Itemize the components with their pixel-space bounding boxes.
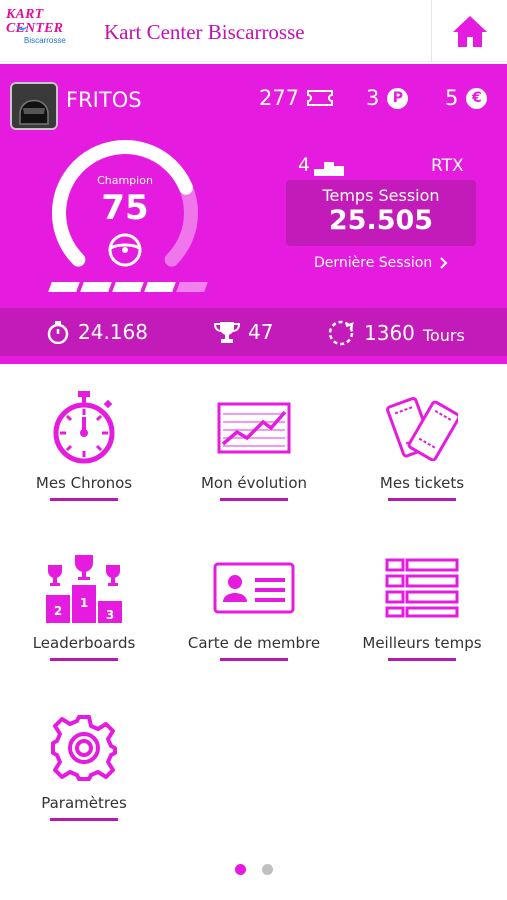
steering-wheel-icon — [108, 233, 142, 267]
session-time-card[interactable]: Temps Session 25.505 — [286, 180, 476, 246]
menu-underline — [388, 658, 456, 661]
avatar[interactable] — [10, 82, 58, 130]
tickets-icon — [386, 397, 458, 461]
laps-icon — [328, 320, 354, 346]
tickets-count: 277 — [259, 86, 334, 110]
trophies: 47 — [214, 320, 273, 344]
menu-label: Mon évolution — [200, 474, 308, 492]
laps: 1360 Tours — [326, 320, 465, 346]
list-icon — [385, 558, 459, 618]
credits-badge-icon: € — [466, 87, 488, 109]
menu-underline — [220, 498, 288, 501]
chevron-right-icon — [440, 257, 448, 269]
menu-parametres[interactable]: Paramètres — [4, 708, 164, 821]
level-value: 75 — [101, 188, 149, 228]
menu-label: Paramètres — [41, 794, 127, 812]
profile-panel: FRITOS 277 3 P 5 € Champion 75 4 RTX Tem… — [0, 64, 507, 364]
credits-count: 5 € — [445, 86, 488, 110]
best-lap: 24.168 — [46, 320, 148, 344]
menu-underline — [220, 658, 288, 661]
menu-carte-de-membre[interactable]: Carte de membre — [174, 548, 334, 661]
progress-segment — [80, 282, 112, 292]
menu-underline — [50, 498, 118, 501]
credits-value: 5 — [445, 86, 459, 110]
svg-text:1: 1 — [80, 596, 88, 610]
chart-icon — [217, 402, 291, 454]
points-value: 3 — [366, 86, 380, 110]
top-bar: KART CENTER Biscarrosse Kart Center Bisc… — [0, 0, 507, 62]
stopwatch-small-icon — [47, 321, 69, 344]
trophy-icon — [214, 322, 240, 343]
laps-unit: Tours — [422, 325, 465, 345]
menu-underline — [50, 658, 118, 661]
logo-text: KART CENTER — [6, 7, 64, 36]
username: FRITOS — [66, 88, 142, 112]
home-icon — [452, 16, 487, 47]
session-value: 25.505 — [328, 205, 434, 236]
app-title: Kart Center Biscarrosse — [104, 20, 305, 44]
svg-text:3: 3 — [106, 608, 114, 622]
last-session-label: Dernière Session — [314, 255, 433, 271]
level-progress-bar — [48, 282, 208, 292]
stats-bar: 24.168 47 1360 Tours — [0, 308, 507, 356]
helmet-icon — [12, 84, 56, 128]
rank-value: 4 — [298, 154, 311, 176]
trophies-value: 47 — [248, 320, 274, 344]
ticket-icon — [307, 90, 334, 106]
gear-icon — [51, 715, 117, 781]
last-session-link[interactable]: Dernière Session — [314, 255, 448, 271]
kart-center-logo: KART CENTER Biscarrosse — [6, 7, 98, 46]
menu-meilleurs-temps[interactable]: Meilleurs temps — [342, 548, 502, 661]
rank: 4 — [298, 154, 345, 176]
best-lap-value: 24.168 — [78, 320, 148, 344]
tickets-value: 277 — [259, 86, 300, 110]
menu-mes-tickets[interactable]: Mes tickets — [342, 388, 502, 501]
session-label: Temps Session — [322, 186, 440, 205]
progress-segment — [144, 282, 176, 292]
points-badge-icon: P — [387, 87, 409, 109]
home-button[interactable] — [431, 0, 507, 62]
points-count: 3 P — [366, 86, 409, 110]
menu-underline — [388, 498, 456, 501]
level-label: Champion — [97, 174, 153, 187]
menu-mes-chronos[interactable]: Mes Chronos — [4, 388, 164, 501]
page-dot-2[interactable] — [261, 864, 273, 875]
menu-label: Mes Chronos — [35, 474, 133, 492]
page-dot-1[interactable] — [234, 864, 246, 875]
progress-segment — [112, 282, 144, 292]
menu-label: Leaderboards — [32, 634, 136, 652]
kart-name: RTX — [431, 156, 464, 176]
podium-small-icon — [314, 162, 345, 176]
page-indicator — [0, 864, 507, 875]
stopwatch-icon — [53, 391, 115, 464]
menu-leaderboards[interactable]: 2 1 3 Leaderboards — [4, 548, 164, 661]
menu-label: Carte de membre — [187, 634, 321, 652]
svg-text:2: 2 — [54, 604, 62, 618]
laps-value: 1360 — [364, 321, 415, 345]
member-card-icon — [213, 562, 295, 614]
logo-subtext: Biscarrosse — [24, 36, 66, 45]
progress-segment — [176, 282, 208, 292]
menu-label: Meilleurs temps — [362, 634, 482, 652]
menu-mon-evolution[interactable]: Mon évolution — [174, 388, 334, 501]
menu-underline — [50, 818, 118, 821]
progress-segment — [48, 282, 80, 292]
menu-label: Mes tickets — [379, 474, 465, 492]
podium-icon: 2 1 3 — [46, 555, 122, 623]
